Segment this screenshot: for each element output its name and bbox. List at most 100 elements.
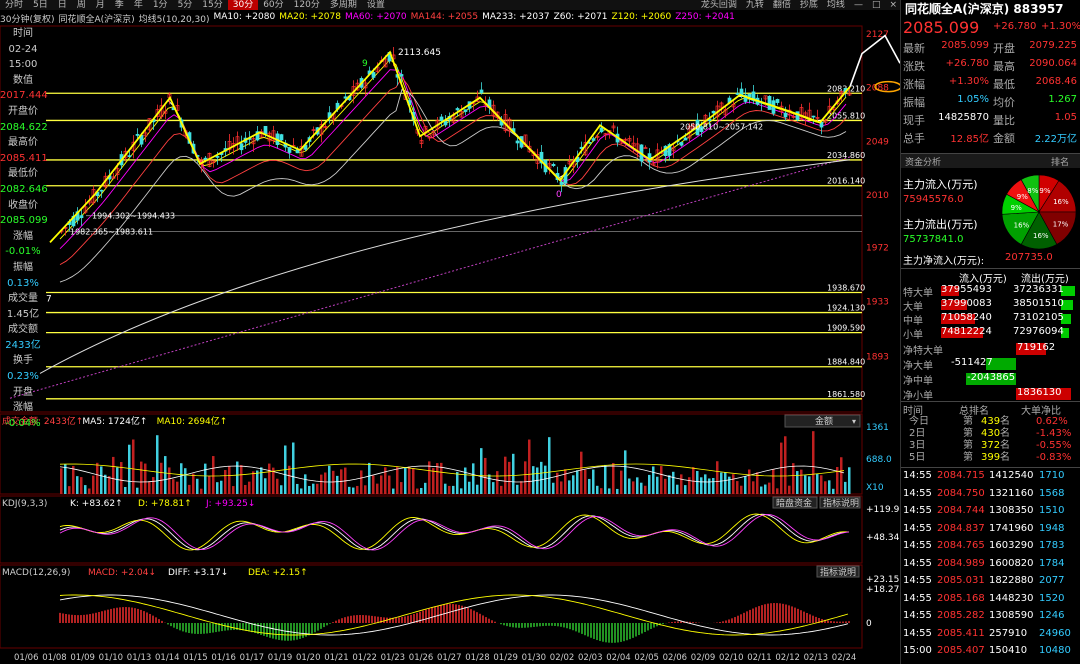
rank-head-time: 时间 — [903, 406, 923, 417]
ma-line — [59, 69, 847, 250]
volume-bar — [604, 464, 607, 494]
volume-bar — [268, 463, 271, 494]
volume-bar — [608, 488, 611, 494]
volume-bar — [712, 477, 715, 494]
rank-value: 439 — [981, 416, 1001, 427]
volume-bar — [264, 478, 267, 494]
volume-bar — [132, 439, 135, 494]
tick-amount: 1710 — [1039, 470, 1065, 481]
date-label: 01/30 — [522, 653, 547, 663]
volume-bar — [92, 475, 95, 494]
volume-bar — [304, 474, 307, 494]
rank-suffix: 名 — [1000, 452, 1010, 463]
volume-bar — [844, 481, 847, 494]
date-label: 02/02 — [550, 653, 575, 663]
volume-bar — [460, 488, 463, 494]
rank-day: 2日 — [909, 428, 926, 439]
volume-bar — [180, 463, 183, 494]
pie-label: 9% — [1039, 187, 1050, 195]
fund-out-label: 主力流出(万元) — [903, 218, 978, 231]
price-change-pct: +1.30% — [1041, 21, 1080, 32]
volume-bar — [444, 483, 447, 494]
quote-value: 2085.099 — [941, 40, 989, 51]
candle-body — [559, 181, 564, 185]
flow-out-value: 72976094 — [1013, 326, 1064, 337]
volume-bar — [724, 472, 727, 494]
volume-bar — [732, 474, 735, 494]
current-price: 2085.099 — [903, 18, 980, 37]
volume-bar — [624, 450, 627, 494]
support-label: 1938.670 — [827, 284, 865, 293]
volume-bar — [372, 475, 375, 494]
rank-ratio: -0.55% — [1036, 440, 1072, 451]
date-label: 01/26 — [409, 653, 434, 663]
rank-value: 430 — [981, 428, 1001, 439]
quote-label: 振幅 — [903, 96, 925, 109]
volume-bar — [104, 474, 107, 494]
volume-bar — [736, 481, 739, 494]
volume-bar — [392, 488, 395, 494]
flow-name: 大单 — [903, 302, 923, 313]
volume-bar — [248, 481, 251, 494]
volume-tick: 1361 — [866, 423, 889, 433]
volume-bar — [764, 484, 767, 494]
volume-bar — [740, 485, 743, 494]
date-label: 02/12 — [775, 653, 800, 663]
candle-body — [775, 99, 780, 103]
volume-bar — [216, 482, 219, 494]
support-label: 1909.590 — [827, 324, 865, 333]
info-cell: 换手 — [13, 355, 33, 367]
quote-label: 总手 — [903, 132, 925, 145]
fund-in-label: 主力流入(万元) — [903, 178, 978, 191]
volume-bar — [412, 468, 415, 494]
flow-out-value: 73102105 — [1013, 312, 1064, 323]
volume-bar — [572, 475, 575, 494]
quote-value: 2090.064 — [1029, 58, 1077, 69]
date-label: 01/29 — [493, 653, 518, 663]
volume-bar — [592, 469, 595, 494]
kdj-legend: K: +83.62↑ — [70, 499, 123, 509]
volume-bar — [136, 487, 139, 494]
volume-bar — [124, 487, 127, 494]
volume-bar — [396, 466, 399, 494]
tick-amount: 10480 — [1039, 645, 1071, 656]
volume-bar — [792, 463, 795, 494]
fund-rank-tab[interactable]: 排名 — [1051, 155, 1069, 168]
volume-bar — [632, 481, 635, 494]
indicator-button-label: 暗盘资金 — [776, 497, 812, 509]
volume-bar — [776, 488, 779, 494]
candle-body — [79, 215, 84, 219]
date-label: 02/03 — [578, 653, 603, 663]
quote-label: 最高 — [993, 60, 1015, 73]
info-cell: 涨幅 — [13, 402, 33, 414]
info-cell: 0.13% — [7, 277, 39, 289]
flow-out-value: 38501510 — [1013, 298, 1064, 309]
pie-label: 16% — [1033, 232, 1049, 240]
volume-bar — [312, 483, 315, 494]
date-label: 02/05 — [634, 653, 659, 663]
date-label: 02/10 — [719, 653, 744, 663]
tick-amount: 1568 — [1039, 487, 1065, 499]
trend-line — [9, 156, 851, 399]
projection-arrow — [849, 34, 900, 87]
volume-bar — [480, 448, 483, 494]
date-label: 01/09 — [70, 653, 95, 663]
quote-value: +26.780 — [945, 58, 989, 69]
quote-label: 涨幅 — [903, 78, 925, 91]
rank-ratio: -0.83% — [1036, 452, 1072, 463]
kdj-line — [59, 513, 850, 551]
stock-name: 同花顺全A(沪深京) 883957 — [905, 2, 1064, 16]
volume-bar — [320, 474, 323, 494]
volume-bar — [584, 469, 587, 494]
volume-bar — [596, 485, 599, 494]
kline-chart[interactable]: 21272088204920101972193318932083.2102055… — [0, 0, 900, 664]
date-label: 01/06 — [14, 653, 39, 663]
volume-bar — [568, 480, 571, 494]
candle-body — [711, 110, 716, 114]
date-label: 01/19 — [268, 653, 293, 663]
flow-in-value: 37990083 — [941, 298, 992, 309]
info-cell: 0.23% — [7, 371, 39, 383]
volume-bar — [352, 487, 355, 494]
rank-day: 5日 — [909, 452, 926, 463]
volume-bar — [588, 478, 591, 494]
